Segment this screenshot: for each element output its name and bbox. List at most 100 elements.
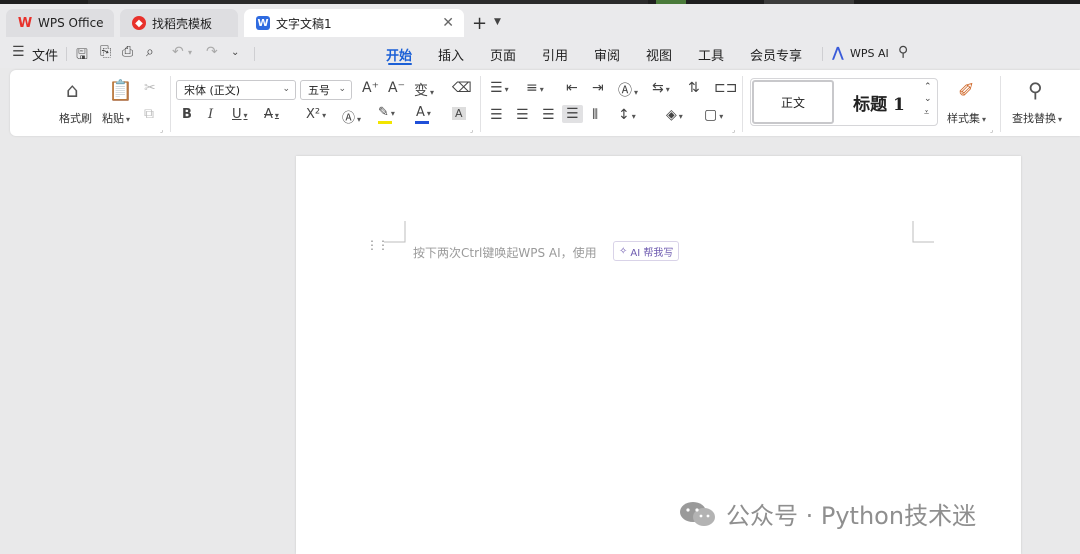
- tab-document-1[interactable]: W 文字文稿1 ✕: [244, 9, 464, 37]
- bullet-list-icon[interactable]: ☰ ▾: [490, 80, 509, 96]
- line-spacing-icon[interactable]: ↕ ▾: [618, 107, 636, 123]
- ribbon-toolbar: ⌂ 格式刷 📋 粘贴 ▾ ✂ ⧉ ⌟ 宋体 (正文) ⌄ 五号 ⌄ A⁺ A⁻ 变…: [10, 70, 1080, 136]
- format-painter-icon[interactable]: ⌂: [66, 78, 79, 102]
- tab-review[interactable]: 审阅: [594, 45, 620, 64]
- font-color-icon[interactable]: A ▾: [416, 105, 431, 120]
- wps-logo-icon: W: [17, 15, 33, 31]
- print-icon[interactable]: ⎙: [122, 44, 133, 60]
- increase-font-size-icon[interactable]: A⁺: [362, 80, 379, 96]
- group-divider: [1000, 76, 1001, 132]
- dialog-launcher-icon[interactable]: ⌟: [470, 126, 473, 134]
- align-left-icon[interactable]: ☰: [490, 107, 503, 123]
- text-direction-icon[interactable]: ⇆ ▾: [652, 80, 670, 96]
- italic-icon[interactable]: I: [208, 107, 213, 122]
- docer-icon: ◆: [132, 16, 146, 30]
- tab-wps-office[interactable]: W WPS Office: [6, 9, 114, 37]
- phonetic-guide-icon[interactable]: 变 ▾: [414, 80, 434, 100]
- justify-icon[interactable]: ☰: [562, 105, 583, 123]
- print-preview-icon[interactable]: ⌕: [146, 44, 154, 60]
- align-right-icon[interactable]: ☰: [542, 107, 555, 123]
- styles-gallery: [750, 78, 938, 126]
- highlight-icon[interactable]: ✎ ▾: [378, 105, 395, 120]
- redo-icon[interactable]: ↷: [206, 44, 218, 60]
- paste-icon[interactable]: 📋: [108, 78, 133, 102]
- font-name-select[interactable]: 宋体 (正文) ⌄: [176, 80, 296, 100]
- margin-corner-mark: [912, 221, 934, 243]
- numbered-list-icon[interactable]: ≡ ▾: [526, 80, 544, 96]
- strikethrough-icon[interactable]: A ▾: [264, 107, 279, 122]
- bold-icon[interactable]: B: [182, 107, 192, 122]
- hamburger-menu-icon[interactable]: ☰: [12, 44, 25, 60]
- dialog-launcher-icon[interactable]: ⌟: [990, 126, 993, 134]
- group-divider: [480, 76, 481, 132]
- tab-references[interactable]: 引用: [542, 45, 568, 64]
- borders-icon[interactable]: ▢ ▾: [704, 107, 723, 123]
- ai-write-button[interactable]: ✧ AI 帮我写: [613, 241, 680, 261]
- output-pdf-icon[interactable]: ⎘: [100, 44, 111, 60]
- show-hide-marks-icon[interactable]: ⊏⊐: [714, 80, 737, 96]
- copy-icon[interactable]: ⧉: [144, 106, 154, 122]
- document-page[interactable]: ⋮⋮ 按下两次Ctrl键唤起WPS AI，使用 ✧ AI 帮我写: [296, 156, 1021, 554]
- superscript-icon[interactable]: X² ▾: [306, 107, 326, 122]
- undo-icon[interactable]: ↶: [172, 44, 184, 60]
- tab-view[interactable]: 视图: [646, 45, 672, 64]
- tab-page[interactable]: 页面: [490, 45, 516, 64]
- decrease-font-size-icon[interactable]: A⁻: [388, 80, 405, 96]
- tab-docer-templates[interactable]: ◆ 找稻壳模板: [120, 9, 238, 37]
- sort-icon[interactable]: ⇅: [688, 80, 700, 96]
- save-icon[interactable]: 🖫: [76, 44, 88, 68]
- find-replace-icon[interactable]: ⚲: [1028, 78, 1043, 102]
- group-divider: [742, 76, 743, 132]
- distributed-align-icon[interactable]: ⦀: [592, 107, 598, 123]
- close-tab-icon[interactable]: ✕: [442, 15, 454, 31]
- tab-insert[interactable]: 插入: [438, 45, 464, 64]
- align-center-icon[interactable]: ☰: [516, 107, 529, 123]
- font-size-value: 五号: [308, 84, 330, 97]
- wps-ai-hint: 按下两次Ctrl键唤起WPS AI，使用: [413, 246, 597, 260]
- file-menu[interactable]: 文件: [32, 45, 58, 64]
- style-set-icon[interactable]: ✐: [958, 78, 975, 102]
- dialog-launcher-icon[interactable]: ⌟: [732, 126, 735, 134]
- divider: [822, 47, 823, 61]
- text-effect-icon[interactable]: Ⓐ ▾: [342, 107, 361, 126]
- clear-format-icon[interactable]: ⌫: [452, 80, 472, 96]
- shading-icon[interactable]: ◈ ▾: [666, 107, 683, 123]
- style-set-button[interactable]: 样式集 ▾: [947, 110, 986, 126]
- character-shading-icon[interactable]: A: [452, 107, 466, 120]
- group-divider: [170, 76, 171, 132]
- watermark-text: 公众号 · Python技术迷: [726, 502, 977, 530]
- increase-indent-icon[interactable]: ⇥: [592, 80, 604, 96]
- divider: [66, 47, 67, 61]
- font-size-select[interactable]: 五号 ⌄: [300, 80, 352, 100]
- chevron-down-icon: ⌄: [338, 84, 346, 94]
- more-dropdown-icon[interactable]: ⌄: [231, 47, 239, 58]
- font-name-value: 宋体 (正文): [184, 84, 241, 97]
- tab-label: WPS Office: [38, 16, 104, 30]
- document-canvas: ⋮⋮ 按下两次Ctrl键唤起WPS AI，使用 ✧ AI 帮我写: [0, 138, 1080, 554]
- tab-label: 文字文稿1: [276, 16, 332, 31]
- wechat-watermark: 公众号 · Python技术迷: [678, 496, 976, 531]
- tab-label: 找稻壳模板: [152, 16, 213, 31]
- chevron-down-icon[interactable]: ▼: [494, 17, 501, 27]
- underline-icon[interactable]: U ▾: [232, 107, 248, 122]
- chevron-down-icon: ⌄: [282, 84, 290, 94]
- tab-member-exclusive[interactable]: 会员专享: [750, 45, 802, 64]
- format-painter-button[interactable]: 格式刷: [59, 110, 92, 126]
- tab-tools[interactable]: 工具: [698, 45, 724, 64]
- drag-handle-icon[interactable]: ⋮⋮: [366, 239, 389, 251]
- undo-dropdown-icon[interactable]: ▾: [188, 48, 192, 57]
- ai-write-label: AI 帮我写: [630, 247, 674, 259]
- find-replace-button[interactable]: 查找替换 ▾: [1012, 110, 1062, 126]
- search-icon[interactable]: ⚲: [898, 44, 908, 60]
- paste-button[interactable]: 粘贴 ▾: [102, 110, 130, 126]
- tab-home[interactable]: 开始: [386, 45, 412, 64]
- new-tab-button[interactable]: +: [472, 13, 487, 34]
- sparkle-icon: ✧: [619, 245, 628, 257]
- active-tab-underline: [388, 63, 412, 65]
- chinese-layout-icon[interactable]: Ⓐ ▾: [618, 80, 638, 100]
- dialog-launcher-icon[interactable]: ⌟: [160, 126, 163, 134]
- decrease-indent-icon[interactable]: ⇤: [566, 80, 578, 96]
- wps-ai-icon: ⋀: [832, 45, 844, 61]
- wps-ai-button[interactable]: WPS AI: [850, 47, 889, 60]
- cut-icon[interactable]: ✂: [144, 80, 156, 96]
